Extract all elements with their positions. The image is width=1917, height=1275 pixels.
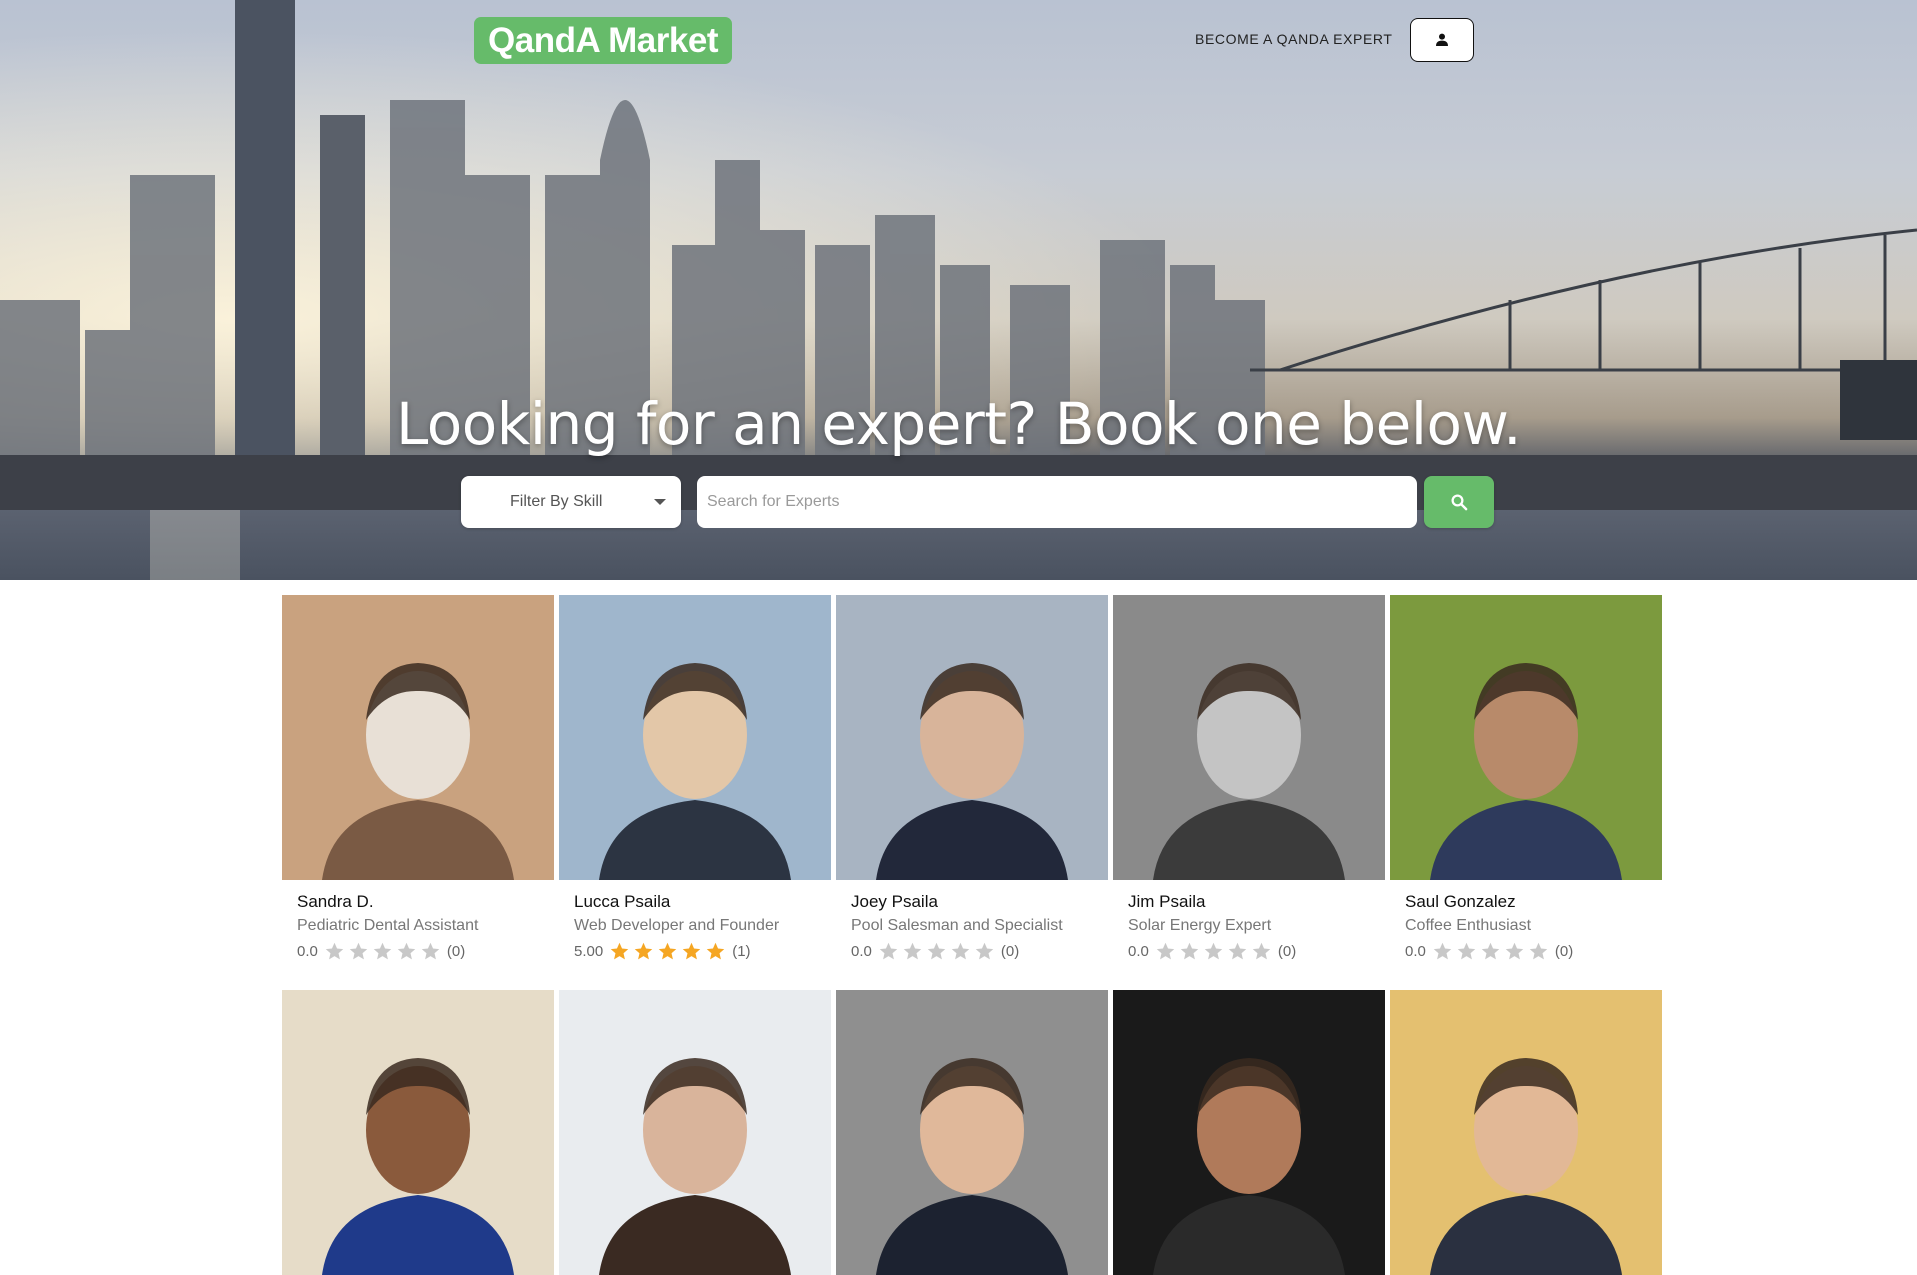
star-empty-icon — [1433, 942, 1452, 959]
expert-card[interactable] — [282, 990, 554, 1275]
expert-card[interactable] — [1390, 990, 1662, 1275]
expert-name[interactable]: Saul Gonzalez — [1405, 892, 1516, 912]
expert-title: Solar Energy Expert — [1128, 917, 1272, 934]
expert-photo[interactable] — [1390, 595, 1662, 880]
expert-rating: 0.0 (0) — [851, 940, 1019, 962]
star-filled-icon — [682, 942, 701, 959]
expert-rating: 0.0 (0) — [297, 940, 465, 962]
expert-title: Web Developer and Founder — [574, 917, 780, 934]
person-icon — [1436, 33, 1448, 46]
search-button[interactable] — [1424, 476, 1494, 528]
star-empty-icon — [1204, 942, 1223, 959]
top-navbar: QandA Market BECOME A QANDA EXPERT — [0, 17, 1917, 65]
expert-card[interactable]: Saul Gonzalez Coffee Enthusiast 0.0 (0) — [1390, 595, 1662, 960]
star-empty-icon — [1180, 942, 1199, 959]
expert-card[interactable]: Lucca Psaila Web Developer and Founder 5.0… — [559, 595, 831, 960]
rating-score: 0.0 — [851, 942, 872, 960]
expert-rating: 0.0 (0) — [1128, 940, 1296, 962]
expert-card[interactable] — [1113, 990, 1385, 1275]
expert-card[interactable] — [559, 990, 831, 1275]
star-empty-icon — [951, 942, 970, 959]
star-empty-icon — [1156, 942, 1175, 959]
rating-score: 0.0 — [1128, 942, 1149, 960]
expert-name[interactable]: Joey Psaila — [851, 892, 938, 912]
star-empty-icon — [373, 942, 392, 959]
star-empty-icon — [1228, 942, 1247, 959]
rating-score: 0.0 — [1405, 942, 1426, 960]
star-empty-icon — [1252, 942, 1271, 959]
expert-photo[interactable] — [836, 990, 1108, 1275]
chevron-down-icon — [654, 499, 666, 505]
star-empty-icon — [975, 942, 994, 959]
skill-filter-select[interactable]: Filter By Skill — [461, 476, 681, 528]
hero-headline: Looking for an expert? Book one below. — [396, 390, 1522, 458]
become-expert-link[interactable]: BECOME A QANDA EXPERT — [1195, 31, 1393, 47]
expert-name[interactable]: Jim Psaila — [1128, 892, 1205, 912]
rating-count: (1) — [732, 942, 751, 960]
expert-card[interactable] — [836, 990, 1108, 1275]
star-empty-icon — [903, 942, 922, 959]
expert-photo[interactable] — [559, 990, 831, 1275]
star-empty-icon — [325, 942, 344, 959]
brand-logo[interactable]: QandA Market — [474, 17, 732, 64]
expert-rating: 0.0 (0) — [1405, 940, 1573, 962]
star-filled-icon — [634, 942, 653, 959]
expert-photo[interactable] — [1113, 595, 1385, 880]
star-filled-icon — [610, 942, 629, 959]
star-empty-icon — [879, 942, 898, 959]
star-empty-icon — [927, 942, 946, 959]
expert-title: Pediatric Dental Assistant — [297, 917, 479, 934]
expert-title: Coffee Enthusiast — [1405, 917, 1532, 934]
expert-photo[interactable] — [282, 595, 554, 880]
star-empty-icon — [1505, 942, 1524, 959]
expert-name[interactable]: Sandra D. — [297, 892, 374, 912]
expert-photo[interactable] — [1390, 990, 1662, 1275]
expert-photo[interactable] — [1113, 990, 1385, 1275]
rating-score: 5.00 — [574, 942, 604, 960]
expert-card[interactable]: Jim Psaila Solar Energy Expert 0.0 (0) — [1113, 595, 1385, 960]
star-empty-icon — [421, 942, 440, 959]
star-empty-icon — [1457, 942, 1476, 959]
star-filled-icon — [658, 942, 677, 959]
rating-count: (0) — [1000, 942, 1020, 960]
hero-banner: QandA Market BECOME A QANDA EXPERT Looki… — [0, 0, 1917, 580]
expert-photo[interactable] — [836, 595, 1108, 880]
search-input[interactable] — [697, 476, 1417, 528]
rating-count: (0) — [1277, 942, 1297, 960]
expert-name[interactable]: Lucca Psaila — [574, 892, 670, 912]
expert-photo[interactable] — [559, 595, 831, 880]
skill-filter-label: Filter By Skill — [510, 493, 603, 510]
star-empty-icon — [1481, 942, 1500, 959]
expert-title: Pool Salesman and Specialist — [851, 917, 1063, 934]
account-button[interactable] — [1410, 18, 1474, 62]
rating-score: 0.0 — [297, 942, 318, 960]
expert-rating: 5.00 (1) — [574, 940, 751, 962]
star-empty-icon — [1529, 942, 1548, 959]
expert-photo[interactable] — [282, 990, 554, 1275]
star-empty-icon — [349, 942, 368, 959]
star-empty-icon — [397, 942, 416, 959]
rating-count: (0) — [446, 942, 466, 960]
star-filled-icon — [706, 942, 725, 959]
expert-card[interactable]: Sandra D. Pediatric Dental Assistant 0.0 (0… — [282, 595, 554, 960]
expert-card[interactable]: Joey Psaila Pool Salesman and Specialist 0… — [836, 595, 1108, 960]
rating-count: (0) — [1554, 942, 1574, 960]
search-icon — [1451, 494, 1468, 511]
